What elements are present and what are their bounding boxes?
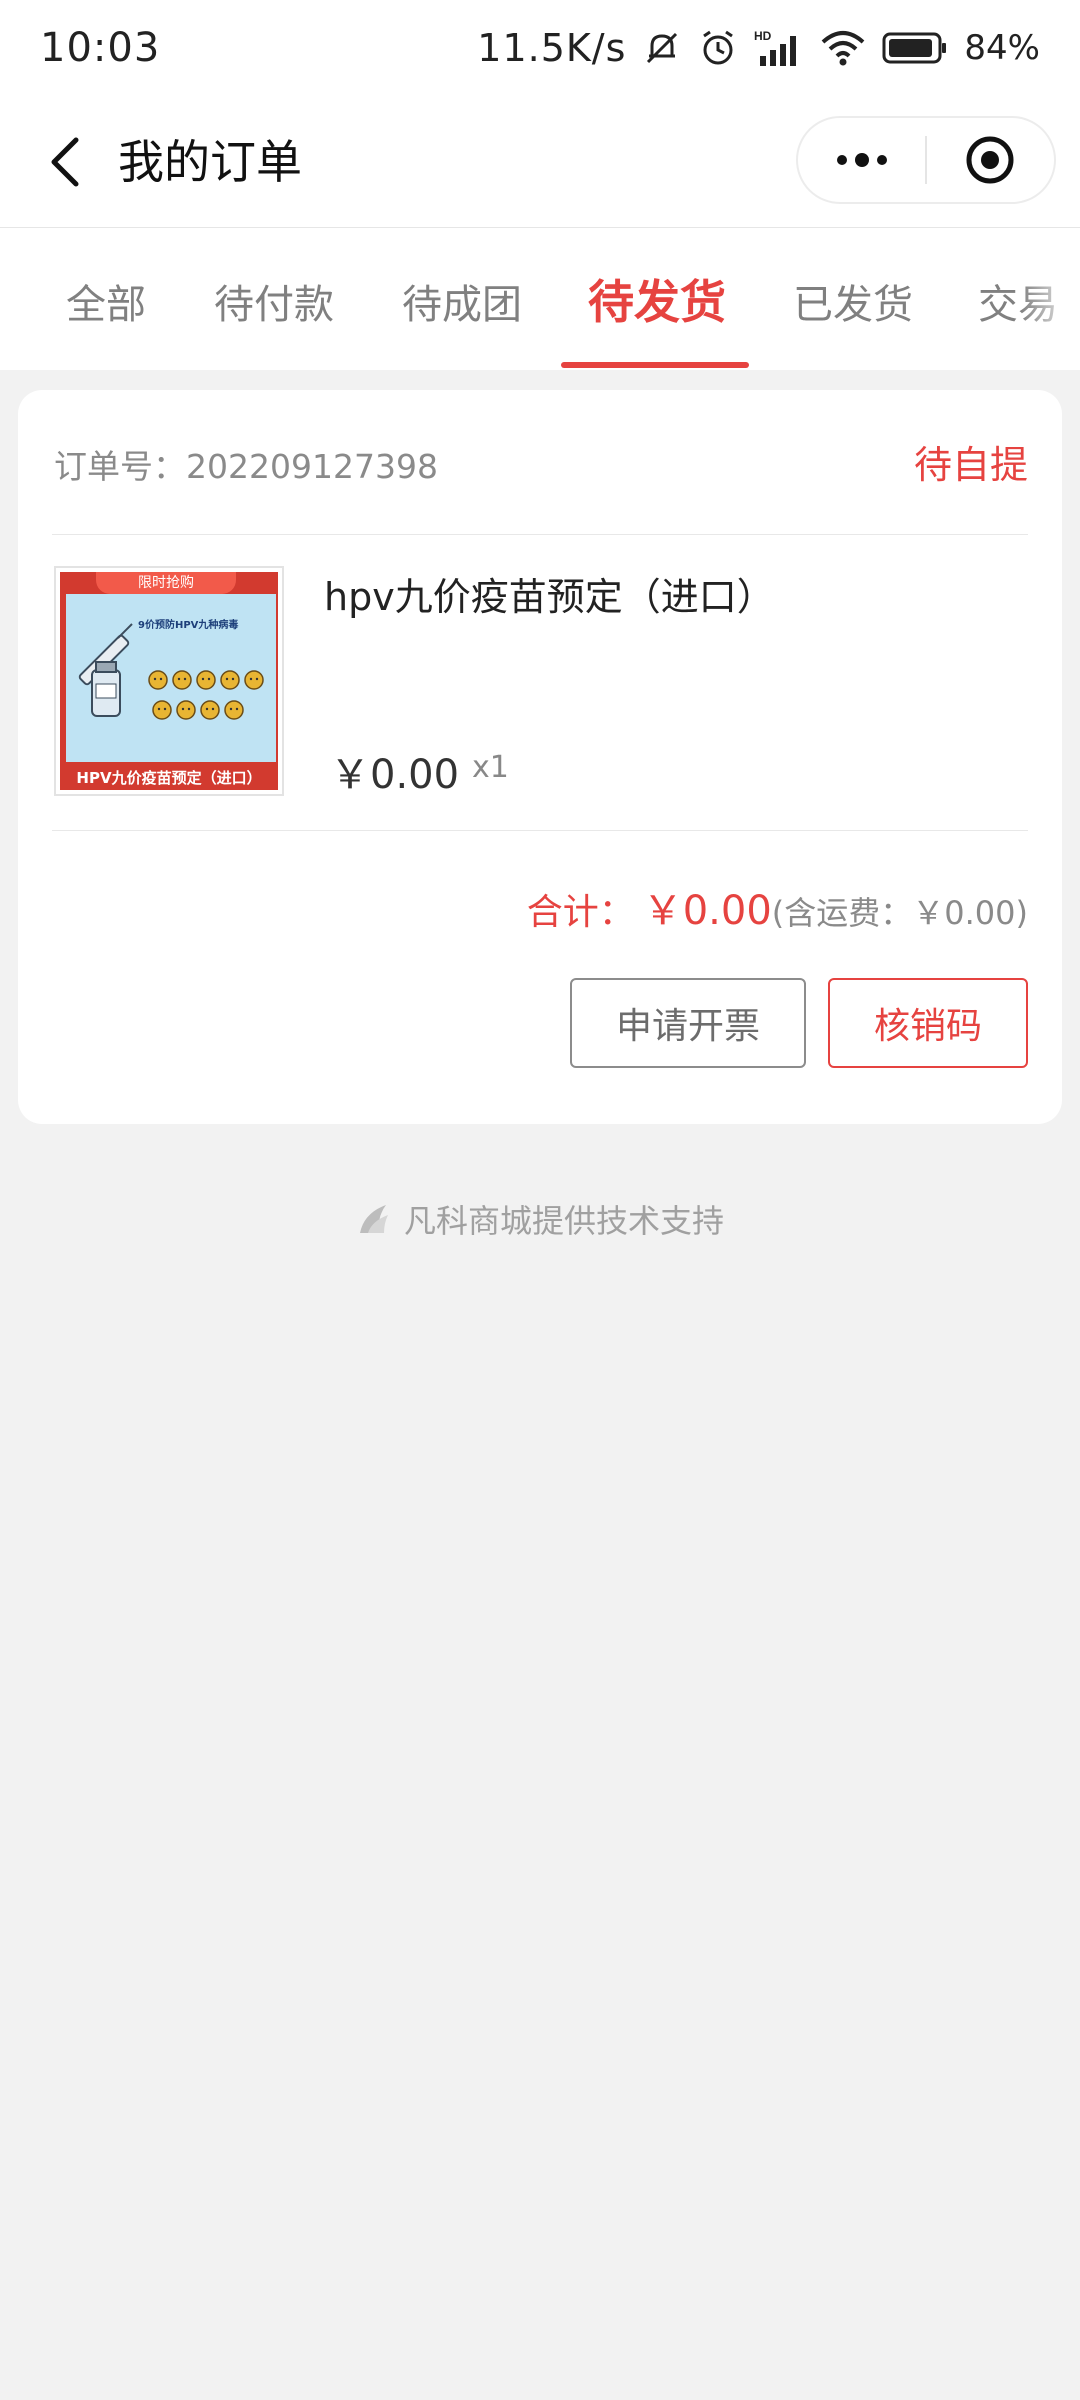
tab-pending-shipment[interactable]: 待发货 (588, 266, 726, 332)
order-total: 合计： ￥0.00 (含运费：￥0.00) (527, 878, 1028, 936)
battery-icon (882, 30, 948, 66)
product-quantity: x1 (472, 750, 509, 785)
status-bar: 10:03 11.5K/s HD 84% (0, 0, 1080, 96)
miniprogram-capsule (796, 116, 1056, 204)
network-speed: 11.5K/s (477, 26, 627, 70)
mute-bell-icon (642, 28, 682, 68)
thumb-headline: 9价预防HPV九种病毒 (138, 620, 239, 631)
back-button[interactable] (36, 132, 96, 192)
tech-support-footer: 凡科商城提供技术支持 (0, 1196, 1080, 1242)
product-image[interactable]: 限时抢购 9价预防HPV九种病毒 HPV九价疫苗预定（进口） (54, 566, 284, 796)
signal-hd-icon: HD (754, 28, 804, 68)
divider (52, 534, 1028, 535)
fanke-logo-icon (359, 1205, 388, 1233)
verification-code-button[interactable]: 核销码 (828, 978, 1028, 1068)
tab-shipped[interactable]: 已发货 (793, 272, 913, 330)
divider (52, 830, 1028, 831)
more-button[interactable] (798, 118, 925, 202)
order-number: 订单号：202209127398 (54, 440, 438, 488)
order-tabs: 全部 待付款 待成团 待发货 已发货 交易 (0, 228, 1080, 370)
order-number-label: 订单号： (54, 447, 186, 486)
order-card[interactable]: 订单号：202209127398 待自提 限时抢购 9价预防HPV九种病毒 HP… (18, 390, 1062, 1124)
status-icons: 11.5K/s HD 84% (477, 26, 1040, 70)
order-number-value: 202209127398 (186, 447, 438, 486)
product-image-art: 限时抢购 9价预防HPV九种病毒 HPV九价疫苗预定（进口） (60, 572, 278, 790)
target-close-icon (966, 136, 1014, 184)
tab-pending-group[interactable]: 待成团 (402, 272, 522, 330)
apply-invoice-button[interactable]: 申请开票 (570, 978, 806, 1068)
shipping-note: (含运费：￥0.00) (771, 894, 1028, 932)
tabs-fade-edge (1020, 228, 1080, 370)
product-name[interactable]: hpv九价疫苗预定（进口） (324, 566, 775, 621)
nav-header: 我的订单 (0, 96, 1080, 228)
order-status-badge: 待自提 (913, 443, 1028, 487)
thumb-tag: 限时抢购 (96, 572, 236, 594)
tab-pending-payment[interactable]: 待付款 (214, 272, 334, 330)
wifi-icon (820, 28, 866, 68)
status-time: 10:03 (40, 25, 161, 71)
thumb-banner: HPV九价疫苗预定（进口） (60, 762, 278, 790)
page-title: 我的订单 (118, 135, 302, 189)
tab-all[interactable]: 全部 (66, 272, 146, 330)
svg-text:HD: HD (754, 29, 772, 43)
close-miniprogram-button[interactable] (927, 118, 1054, 202)
product-price: ￥0.00 (330, 752, 460, 798)
support-text: 凡科商城提供技术支持 (403, 1202, 724, 1240)
active-tab-indicator (561, 362, 749, 368)
alarm-icon (698, 28, 738, 68)
chevron-left-icon (51, 137, 79, 187)
total-value: ￥0.00 (642, 888, 772, 934)
total-label: 合计： (526, 892, 635, 933)
more-dots-icon (836, 153, 887, 167)
battery-level: 84% (964, 28, 1040, 68)
